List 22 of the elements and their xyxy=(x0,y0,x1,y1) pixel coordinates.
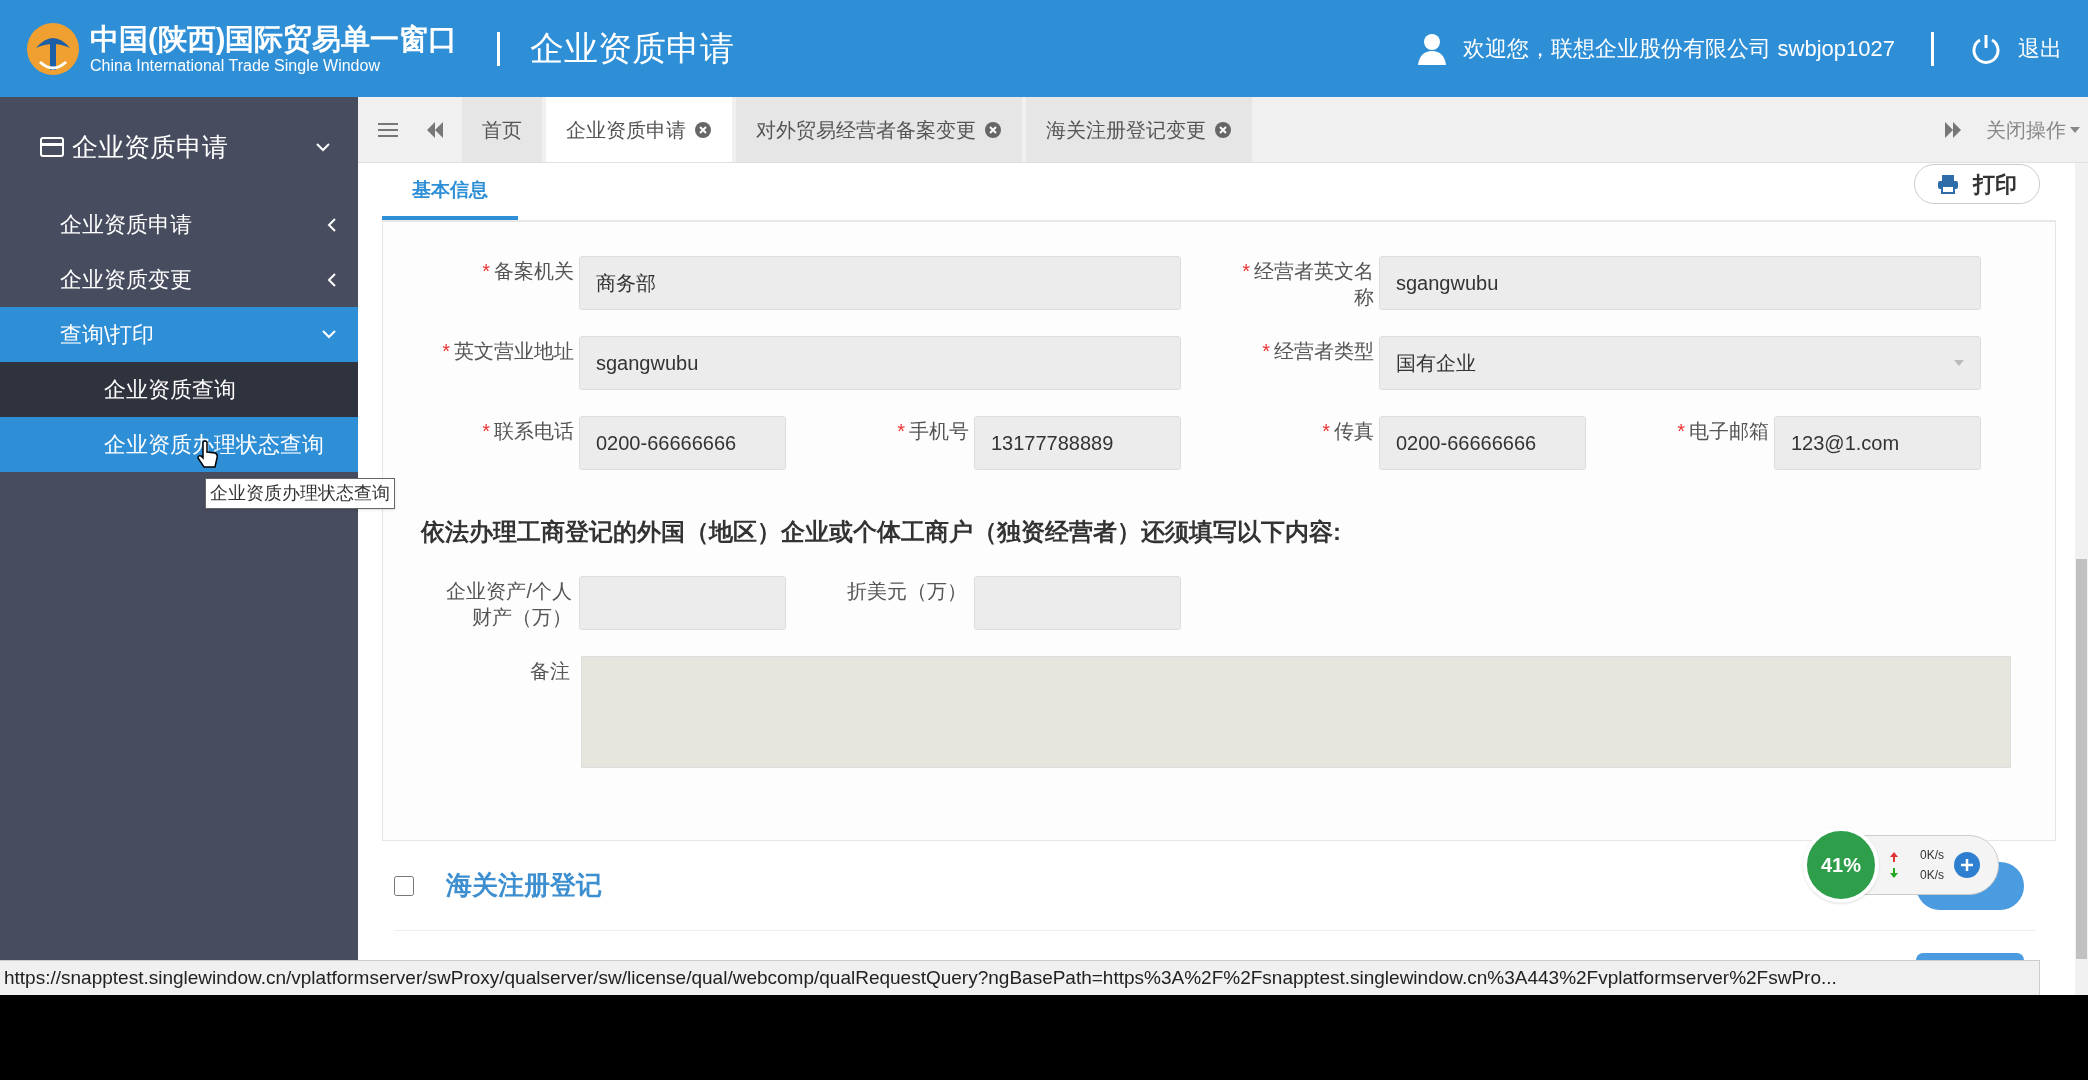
site-title: 中国(陕西)国际贸易单一窗口 xyxy=(90,21,458,56)
tooltip: 企业资质办理状态查询 xyxy=(205,478,395,509)
site-subtitle: China International Trade Single Window xyxy=(90,55,381,76)
upload-speed: 0K/s xyxy=(1920,847,1944,864)
field-label: * 经营者英文名称 xyxy=(1241,259,1374,310)
field-label: 折美元（万） xyxy=(846,579,968,604)
field-label: 备注 xyxy=(529,659,571,684)
field-label: * 经营者类型 xyxy=(1261,339,1374,364)
section-title: 海关注册登记 xyxy=(446,869,602,902)
field-label: * 手机号 xyxy=(896,419,969,444)
status-url: https://snapptest.singlewindow.cn/vplatformserver/swProxy/qualserver/sw/license/qual/webcomp/qualRequestQuery?ngBasePath=https%3A%2F%2Fsnapptest.singlewindow.cn%3A443%2Fvplatformserver%2FswPro... xyxy=(4,965,1837,990)
field-label: * 电子邮箱 xyxy=(1676,419,1769,444)
section-heading: 依法办理工商登记的外国（地区）企业或个体工商户（独资经营者）还须填写以下内容: xyxy=(421,517,1342,547)
field-label: * 备案机关 xyxy=(481,259,574,284)
field-label: * 联系电话 xyxy=(481,419,574,444)
field-label: * 英文营业地址 xyxy=(441,339,574,364)
download-speed: 0K/s xyxy=(1920,867,1944,884)
page-title: 企业资质申请 xyxy=(530,28,735,69)
welcome-text: 欢迎您，联想企业股份有限公司 swbjop1027 xyxy=(1463,35,1895,63)
field-label: 企业资产/个人财产（万） xyxy=(445,579,573,630)
field-label: * 传真 xyxy=(1321,419,1374,444)
percent-reading: 41% xyxy=(1821,853,1861,878)
